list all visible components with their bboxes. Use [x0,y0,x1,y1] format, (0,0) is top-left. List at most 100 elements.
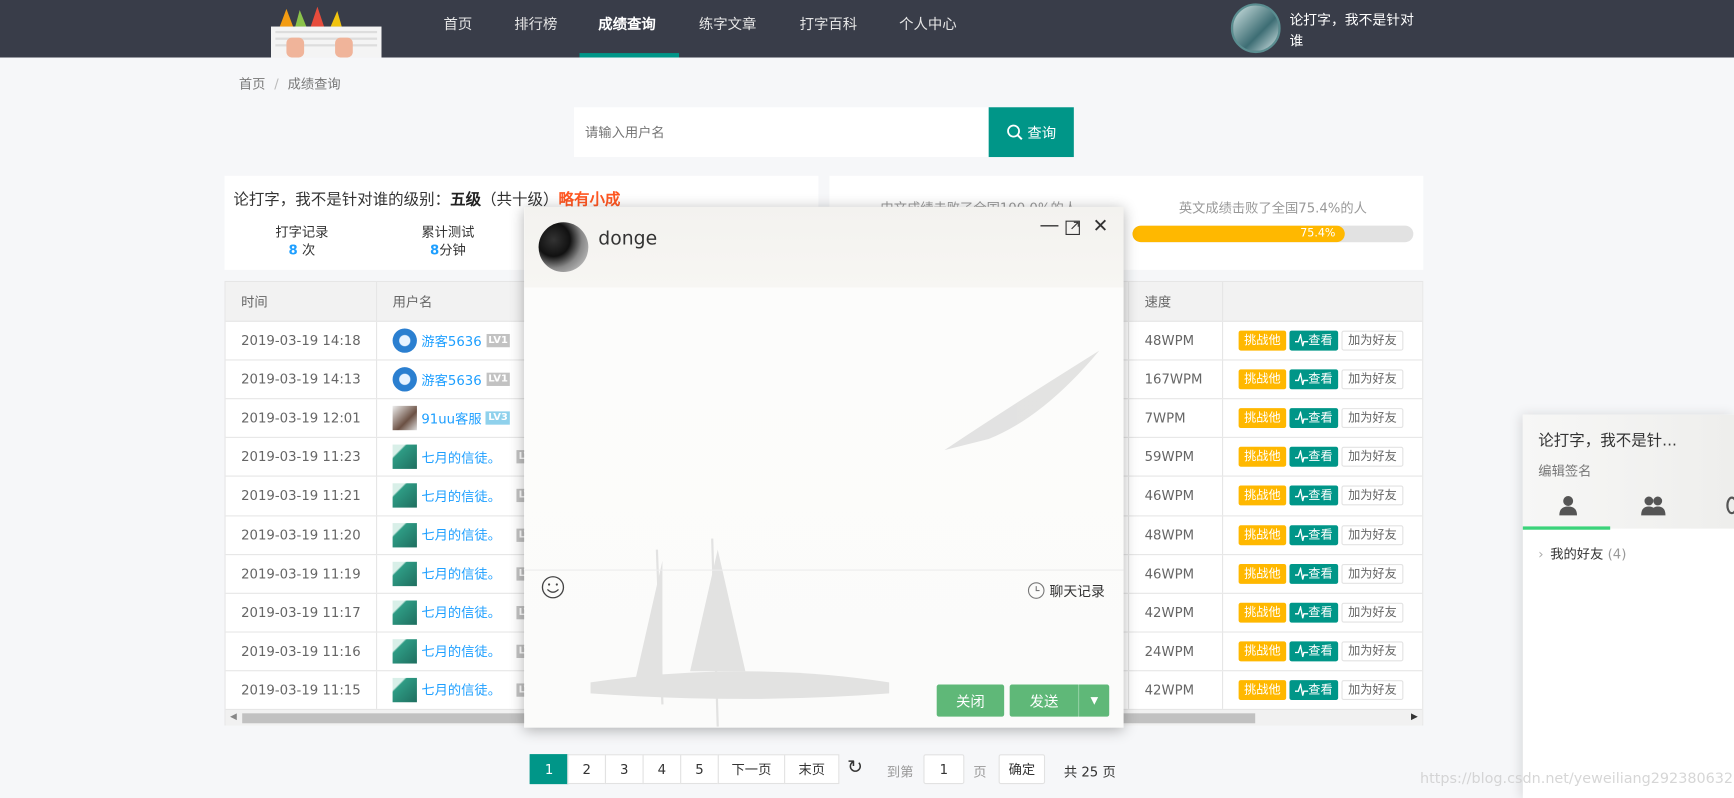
challenge-button[interactable]: 挑战他 [1238,330,1287,351]
stat-value: 8 [288,242,298,258]
user-link[interactable]: 七月的信徒。 [421,603,501,622]
row-user-avatar[interactable] [392,406,417,431]
cell-speed: 59WPM [1129,438,1224,477]
page-3[interactable]: 3 [604,754,644,785]
row-user-avatar[interactable] [392,561,417,586]
cell-speed: 167WPM [1129,360,1224,399]
add-friend-button[interactable]: 加为好友 [1341,369,1404,390]
add-friend-button[interactable]: 加为好友 [1341,408,1404,429]
page-2[interactable]: 2 [567,754,607,785]
add-friend-button[interactable]: 加为好友 [1341,602,1404,623]
minimize-icon[interactable]: — [1040,213,1060,236]
view-button[interactable]: 查看 [1289,602,1339,623]
add-friend-button[interactable]: 加为好友 [1341,486,1404,506]
refresh-icon[interactable]: ↻ [847,756,863,778]
level-badge: LV1 [486,334,511,348]
nav-score-query[interactable]: 成绩查询 [598,0,656,58]
user-link[interactable]: 七月的信徒。 [421,681,501,700]
user-link[interactable]: 七月的信徒。 [421,642,501,661]
friend-group-my-friends[interactable]: › 我的好友 (4) [1538,544,1626,563]
groups-tab-users-icon[interactable] [1640,494,1667,519]
challenge-button[interactable]: 挑战他 [1238,369,1287,390]
cell-speed: 48WPM [1129,515,1224,554]
view-button[interactable]: 查看 [1289,680,1339,701]
chat-close-button[interactable]: 关闭 [936,684,1005,717]
add-friend-button[interactable]: 加为好友 [1341,524,1404,545]
nav-home[interactable]: 首页 [443,0,472,58]
view-button[interactable]: 查看 [1289,369,1339,390]
page-1[interactable]: 1 [529,754,569,785]
add-friend-button[interactable]: 加为好友 [1341,563,1404,584]
friends-tab-user-icon[interactable] [1557,494,1579,519]
challenge-button[interactable]: 挑战他 [1238,486,1287,506]
cell-actions: 挑战他 查看 加为好友 [1223,399,1422,437]
row-user-avatar[interactable] [392,522,417,547]
challenge-button[interactable]: 挑战他 [1238,641,1287,662]
close-icon[interactable]: ✕ [1093,216,1109,238]
challenge-button[interactable]: 挑战他 [1238,563,1287,584]
watermark: https://blog.csdn.net/yeweiliang29238063… [1419,770,1734,788]
nav-wiki[interactable]: 打字百科 [800,0,858,58]
row-user-avatar[interactable] [392,367,417,392]
page-5[interactable]: 5 [680,754,719,785]
goto-page-input[interactable]: 1 [923,754,965,785]
row-user-avatar[interactable] [392,483,417,509]
user-name[interactable]: 论打字，我不是针对谁 [1289,9,1422,51]
add-friend-button[interactable]: 加为好友 [1341,641,1404,662]
view-button[interactable]: 查看 [1289,524,1339,545]
challenge-button[interactable]: 挑战他 [1238,408,1287,429]
user-link[interactable]: 七月的信徒。 [421,487,501,506]
view-button[interactable]: 查看 [1289,447,1339,468]
breadcrumb-home[interactable]: 首页 [239,76,266,91]
challenge-button[interactable]: 挑战他 [1238,680,1287,701]
breadcrumb: 首页 / 成绩查询 [239,74,341,93]
row-user-avatar[interactable] [392,445,417,470]
view-button[interactable]: 查看 [1289,563,1339,584]
username-search-input[interactable] [573,107,989,158]
user-link[interactable]: 七月的信徒。 [421,564,501,583]
active-panel-tab-indicator [1522,526,1611,530]
add-friend-button[interactable]: 加为好友 [1341,447,1404,468]
view-button[interactable]: 查看 [1289,641,1339,662]
chat-send-button[interactable]: 发送 [1009,684,1079,717]
chat-contact-avatar[interactable] [538,222,589,273]
challenge-button[interactable]: 挑战他 [1238,602,1287,623]
scroll-left-arrow-icon[interactable]: ◀ [230,711,237,721]
user-link[interactable]: 七月的信徒。 [421,525,501,544]
view-button[interactable]: 查看 [1289,408,1339,429]
edit-signature[interactable]: 编辑签名 [1538,461,1591,480]
chat-input-area[interactable] [524,571,1123,682]
header-speed: 速度 [1129,282,1224,321]
cell-time: 2019-03-19 12:01 [226,399,378,438]
challenge-button[interactable]: 挑战他 [1238,447,1287,468]
cell-speed: 24WPM [1129,632,1224,671]
user-link[interactable]: 七月的信徒。 [421,448,501,467]
next-page-button[interactable]: 下一页 [717,754,786,785]
query-button[interactable]: 查询 [988,107,1074,158]
top-navbar: 首页 排行榜 成绩查询 练字文章 打字百科 个人中心 论打字，我不是针对谁 [0,0,1734,58]
view-button[interactable]: 查看 [1289,486,1339,506]
send-options-chevron-down-icon[interactable]: ▼ [1078,684,1110,717]
add-friend-button[interactable]: 加为好友 [1341,330,1404,351]
challenge-button[interactable]: 挑战他 [1238,524,1287,545]
row-user-avatar[interactable] [392,600,417,625]
site-logo[interactable] [270,6,382,58]
nav-profile[interactable]: 个人中心 [899,0,957,58]
maximize-icon[interactable] [1065,219,1080,240]
user-link[interactable]: 游客5636 [421,331,481,350]
nav-ranking[interactable]: 排行榜 [514,0,557,58]
last-page-button[interactable]: 末页 [784,754,840,785]
scroll-right-arrow-icon[interactable]: ▶ [1411,711,1418,721]
row-user-avatar[interactable] [392,639,417,664]
view-button[interactable]: 查看 [1289,330,1339,351]
goto-confirm-button[interactable]: 确定 [998,754,1046,785]
row-user-avatar[interactable] [392,677,417,703]
user-link[interactable]: 游客5636 [421,370,481,389]
user-avatar[interactable] [1230,3,1281,54]
user-link[interactable]: 91uu客服 [421,409,481,428]
nav-articles[interactable]: 练字文章 [699,0,757,58]
page-4[interactable]: 4 [642,754,682,785]
chat-tab-icon[interactable] [1726,496,1734,515]
add-friend-button[interactable]: 加为好友 [1341,680,1404,701]
row-user-avatar[interactable] [392,328,417,353]
